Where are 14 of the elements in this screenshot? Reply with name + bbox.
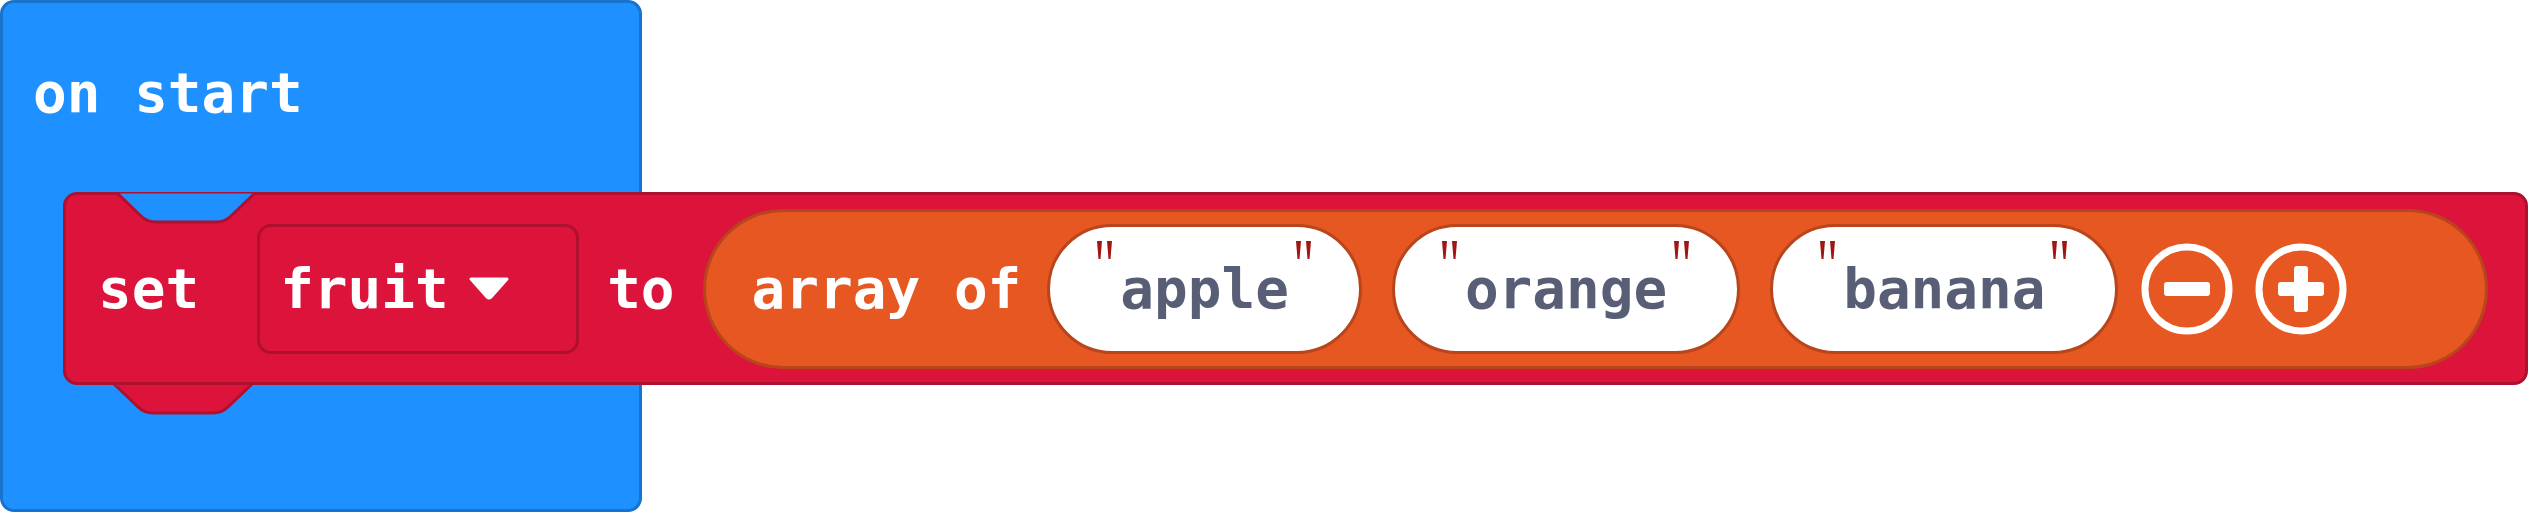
array-block[interactable]: array of apple orange banana — [702, 208, 2488, 369]
variable-dropdown[interactable]: fruit — [257, 223, 580, 354]
string-value: orange — [1464, 260, 1668, 317]
string-value: banana — [1843, 260, 2046, 317]
set-keyword: set — [98, 260, 200, 317]
string-value: apple — [1120, 260, 1289, 317]
array-label: array of — [751, 260, 1022, 317]
minus-icon[interactable] — [2140, 241, 2235, 336]
text-input[interactable]: orange — [1391, 223, 1741, 354]
event-label: on start — [33, 60, 303, 125]
plus-icon[interactable] — [2254, 241, 2349, 336]
caret-icon — [468, 276, 509, 301]
text-input[interactable]: banana — [1770, 223, 2119, 354]
text-input[interactable]: apple — [1047, 223, 1362, 354]
